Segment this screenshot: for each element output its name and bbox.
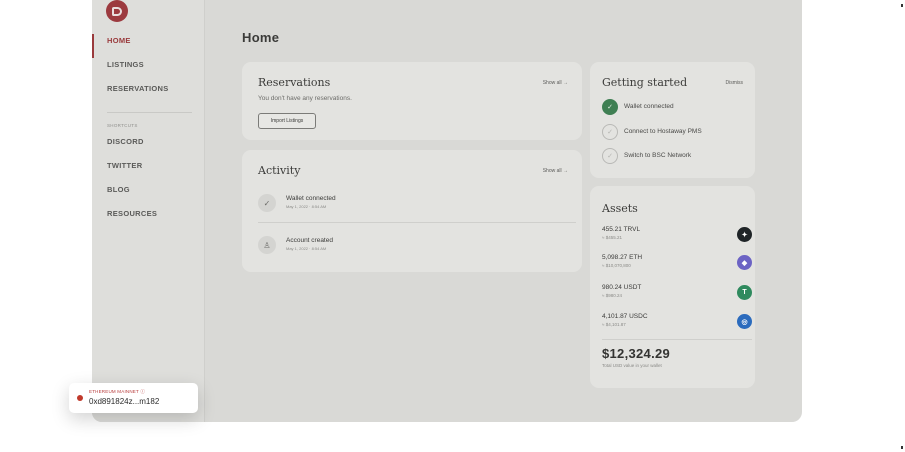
activity-item-title: Wallet connected [286,195,336,202]
sidebar-divider [107,112,192,113]
sidebar-item-resources[interactable]: RESOURCES [92,207,204,231]
step-label: Switch to BSC Network [624,152,692,159]
asset-amount: 455.21 TRVL [602,226,641,233]
import-listings-button[interactable]: Import Listings [258,113,316,129]
total-value-label: Total USD value in your wallet [602,363,662,368]
checkmark-icon: ✓ [602,99,618,115]
activity-show-all-link[interactable]: Show all → [543,168,568,174]
asset-usd-value: ≈ $980.24 [602,293,622,298]
app-logo[interactable] [106,0,128,22]
wallet-address[interactable]: 0xd891824z...m182 [89,397,159,406]
app-window: HOME LISTINGS RESERVATIONS SHORTCUTS DIS… [92,0,802,422]
logo-d-icon [112,6,122,16]
network-status-dot [77,395,83,401]
assets-title: Assets [602,202,638,215]
asset-usd-value: ≈ $455.21 [602,235,622,240]
eth-icon: ◆ [737,255,752,270]
activity-item-time: May 1, 2022 · 8:54 AM [286,246,327,251]
checkmark-icon: ✓ [602,124,618,140]
page-title: Home [242,30,280,45]
sidebar-item-listings[interactable]: LISTINGS [92,58,204,82]
dismiss-link[interactable]: Dismiss [726,80,744,86]
asset-amount: 5,098.27 ETH [602,254,643,261]
activity-title: Activity [258,164,301,177]
activity-card: Activity Show all → ✓ Wallet connected M… [242,150,582,272]
usdt-icon: T [737,285,752,300]
step-label: Wallet connected [624,103,674,110]
trvl-icon: ✦ [737,227,752,242]
sidebar-item-blog[interactable]: BLOG [92,183,204,207]
asset-usd-value: ≈ $4,101.87 [602,322,626,327]
sidebar: HOME LISTINGS RESERVATIONS SHORTCUTS DIS… [92,0,205,422]
sidebar-item-discord[interactable]: DISCORD [92,135,204,159]
assets-divider [602,339,752,340]
asset-amount: 980.24 USDT [602,284,642,291]
step-label: Connect to Hostaway PMS [624,128,702,135]
usdc-icon: ◎ [737,314,752,329]
asset-usd-value: ≈ $10,070,800 [602,263,631,268]
assets-card: Assets 455.21 TRVL ≈ $455.21 ✦ 5,098.27 … [590,186,755,388]
screen: HOME LISTINGS RESERVATIONS SHORTCUTS DIS… [0,0,905,452]
total-value: $12,324.29 [602,346,671,361]
getting-started-title: Getting started [602,76,688,89]
sidebar-item-home[interactable]: HOME [92,34,204,58]
activity-item: ✓ Wallet connected May 1, 2022 · 8:54 AM [258,194,578,220]
main-content: Home Reservations Show all → You don't h… [205,0,802,422]
asset-row[interactable]: 5,098.27 ETH ≈ $10,070,800 ◆ [602,254,752,278]
reservations-card: Reservations Show all → You don't have a… [242,62,582,140]
activity-item-time: May 1, 2022 · 8:54 AM [286,204,327,209]
asset-row[interactable]: 455.21 TRVL ≈ $455.21 ✦ [602,226,752,250]
network-wallet-badge[interactable]: ETHEREUM MAINNET ⓘ 0xd891824z...m182 [69,383,198,413]
sidebar-nav: HOME LISTINGS RESERVATIONS SHORTCUTS DIS… [92,34,204,231]
getting-started-card: Getting started Dismiss ✓ Wallet connect… [590,62,755,178]
sidebar-item-reservations[interactable]: RESERVATIONS [92,82,204,106]
shortcuts-section-label: SHORTCUTS [107,123,138,128]
activity-item-title: Account created [286,237,333,244]
asset-row[interactable]: 980.24 USDT ≈ $980.24 T [602,284,752,308]
reservations-show-all-link[interactable]: Show all → [543,80,568,86]
check-icon: ✓ [258,194,276,212]
edge-mark [901,446,903,449]
asset-amount: 4,101.87 USDC [602,313,648,320]
edge-mark [901,4,903,7]
reservations-empty-text: You don't have any reservations. [258,95,352,102]
network-name: ETHEREUM MAINNET ⓘ [89,389,146,394]
activity-divider [258,222,576,223]
checkmark-icon: ✓ [602,148,618,164]
sidebar-item-twitter[interactable]: TWITTER [92,159,204,183]
reservations-title: Reservations [258,76,331,89]
asset-row[interactable]: 4,101.87 USDC ≈ $4,101.87 ◎ [602,313,752,337]
user-icon: ♙ [258,236,276,254]
activity-item: ♙ Account created May 1, 2022 · 8:54 AM [258,236,578,262]
